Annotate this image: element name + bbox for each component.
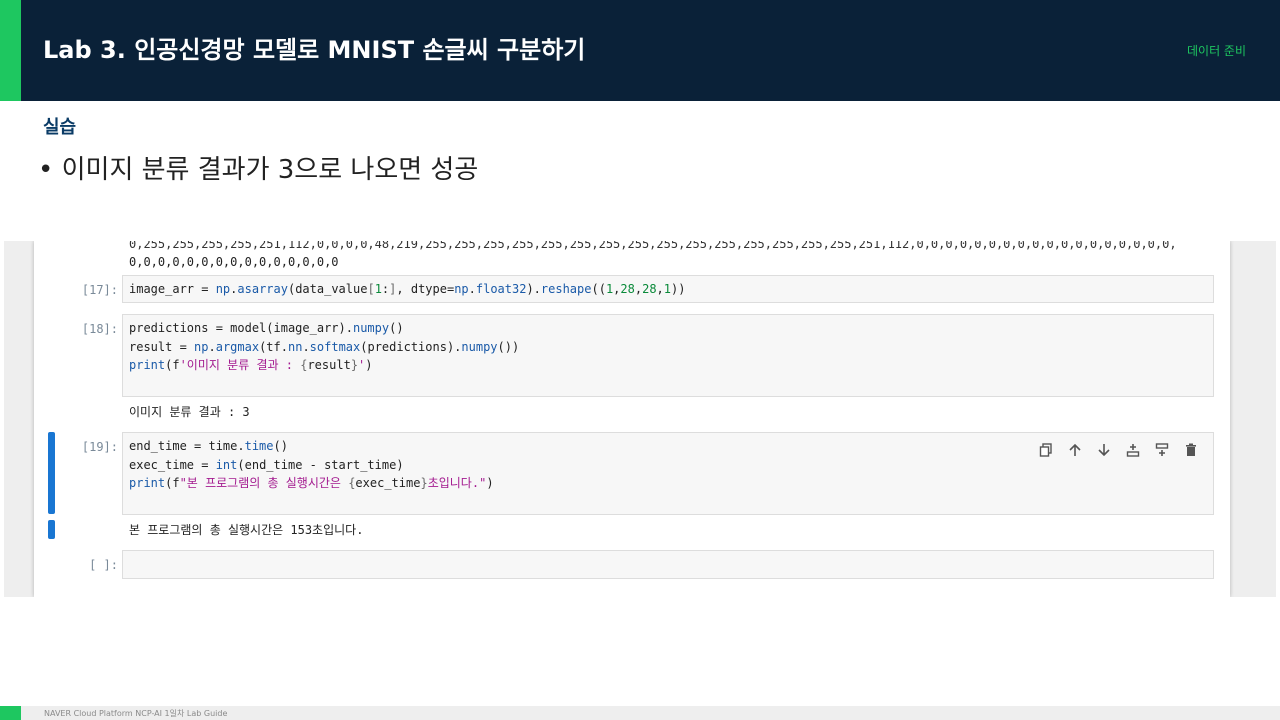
- cell-prompt: [17]:: [81, 283, 118, 297]
- code-block[interactable]: predictions = model(image_arr).numpy() r…: [129, 319, 519, 375]
- insert-above-icon[interactable]: [1124, 441, 1141, 458]
- slide-title: Lab 3. 인공신경망 모델로 MNIST 손글씨 구분하기: [43, 36, 586, 64]
- selected-cell-indicator: [48, 432, 55, 514]
- cell-prompt: [19]:: [81, 440, 118, 454]
- cell-output: 이미지 분류 결과 : 3: [129, 405, 250, 419]
- slide-header: Lab 3. 인공신경망 모델로 MNIST 손글씨 구분하기 데이터 준비: [0, 0, 1280, 101]
- copy-icon[interactable]: [1037, 441, 1054, 458]
- insert-below-icon[interactable]: [1153, 441, 1170, 458]
- empty-code-cell[interactable]: [122, 550, 1214, 579]
- cell-prompt: [ ]:: [89, 558, 118, 572]
- truncated-output: 0,255,255,255,255,251,112,0,0,0,0,48,219…: [129, 241, 1177, 271]
- bullet-text: • 이미지 분류 결과가 3으로 나오면 성공: [38, 155, 479, 185]
- selected-output-indicator: [48, 520, 55, 539]
- code-line[interactable]: image_arr = np.asarray(data_value[1:], d…: [129, 280, 685, 299]
- truncated-output-line: 0,255,255,255,255,251,112,0,0,0,0,48,219…: [129, 241, 1177, 251]
- trash-icon[interactable]: [1182, 441, 1199, 458]
- cell-prompt: [18]:: [81, 322, 118, 336]
- arrow-up-icon[interactable]: [1066, 441, 1083, 458]
- cell-toolbar: [1037, 441, 1199, 458]
- slide-footer: NAVER Cloud Platform NCP-AI 1일차 Lab Guid…: [0, 706, 1280, 720]
- footer-accent-bar: [0, 706, 21, 720]
- footer-text: NAVER Cloud Platform NCP-AI 1일차 Lab Guid…: [44, 709, 228, 718]
- header-accent-bar: [0, 0, 21, 101]
- truncated-output-line: 0,0,0,0,0,0,0,0,0,0,0,0,0,0,0: [129, 255, 339, 269]
- code-cell[interactable]: image_arr = np.asarray(data_value[1:], d…: [122, 275, 1214, 303]
- code-cell[interactable]: predictions = model(image_arr).numpy() r…: [122, 314, 1214, 397]
- arrow-down-icon[interactable]: [1095, 441, 1112, 458]
- section-label: 데이터 준비: [1186, 44, 1246, 58]
- code-block[interactable]: end_time = time.time() exec_time = int(e…: [129, 437, 494, 493]
- subheading: 실습: [43, 117, 77, 138]
- notebook-screenshot: 0,255,255,255,255,251,112,0,0,0,0,48,219…: [4, 241, 1276, 597]
- code-cell-selected[interactable]: end_time = time.time() exec_time = int(e…: [122, 432, 1214, 515]
- cell-output: 본 프로그램의 총 실행시간은 153초입니다.: [129, 523, 364, 537]
- notebook-page: 0,255,255,255,255,251,112,0,0,0,0,48,219…: [34, 241, 1230, 597]
